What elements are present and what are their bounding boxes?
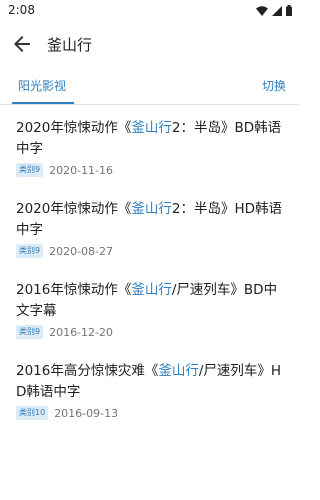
page-title: 釜山行 <box>47 36 93 54</box>
result-title: 2020年惊悚动作《釜山行2：半岛》HD韩语中字 <box>16 199 284 241</box>
result-title: 2020年惊悚动作《釜山行2：半岛》BD韩语中字 <box>16 118 284 160</box>
result-title-prefix: 2020年惊悚动作《 <box>16 120 132 136</box>
result-title-keyword: 釜山行 <box>131 201 172 217</box>
result-date: 2016-09-13 <box>54 406 119 420</box>
result-date: 2020-08-27 <box>49 244 114 258</box>
wifi-icon <box>256 5 268 16</box>
result-meta: 类别10 2016-09-13 <box>16 406 284 420</box>
result-title-prefix: 2020年惊悚动作《 <box>16 201 132 217</box>
result-title: 2016年高分惊悚灾难《釜山行/尸速列车》HD韩语中字 <box>16 361 284 403</box>
result-item[interactable]: 2016年惊悚动作《釜山行/尸速列车》BD中文字幕 类别9 2016-12-20 <box>0 266 300 347</box>
cellular-signal-icon <box>272 5 282 16</box>
result-title-keyword: 釜山行 <box>158 363 199 379</box>
result-title: 2016年惊悚动作《釜山行/尸速列车》BD中文字幕 <box>16 280 284 322</box>
result-item[interactable]: 2016年高分惊悚灾难《釜山行/尸速列车》HD韩语中字 类别10 2016-09… <box>0 347 300 428</box>
results-list: 2020年惊悚动作《釜山行2：半岛》BD韩语中字 类别9 2020-11-16 … <box>0 104 300 428</box>
result-date: 2016-12-20 <box>49 325 114 339</box>
category-badge: 类别10 <box>16 406 49 420</box>
result-meta: 类别9 2016-12-20 <box>16 325 284 339</box>
result-item[interactable]: 2020年惊悚动作《釜山行2：半岛》HD韩语中字 类别9 2020-08-27 <box>0 185 300 266</box>
result-item[interactable]: 2020年惊悚动作《釜山行2：半岛》BD韩语中字 类别9 2020-11-16 <box>0 104 300 185</box>
result-title-prefix: 2016年惊悚动作《 <box>16 282 132 298</box>
status-bar: 2:08 <box>0 0 300 22</box>
result-title-keyword: 釜山行 <box>131 120 172 136</box>
battery-icon <box>286 5 292 16</box>
source-tab[interactable]: 阳光影视 <box>18 77 66 94</box>
app-bar: 釜山行 <box>0 22 300 66</box>
status-icons <box>256 5 292 16</box>
result-meta: 类别9 2020-11-16 <box>16 163 284 177</box>
result-title-prefix: 2016年高分惊悚灾难《 <box>16 363 159 379</box>
category-badge: 类别9 <box>16 163 44 177</box>
source-bar: 阳光影视 切换 <box>0 66 300 105</box>
result-date: 2020-11-16 <box>49 163 114 177</box>
result-meta: 类别9 2020-08-27 <box>16 244 284 258</box>
category-badge: 类别9 <box>16 325 44 339</box>
switch-source-button[interactable]: 切换 <box>262 77 286 94</box>
status-time: 2:08 <box>8 3 35 17</box>
result-title-keyword: 釜山行 <box>131 282 172 298</box>
back-arrow-icon[interactable] <box>10 32 34 56</box>
category-badge: 类别9 <box>16 244 44 258</box>
